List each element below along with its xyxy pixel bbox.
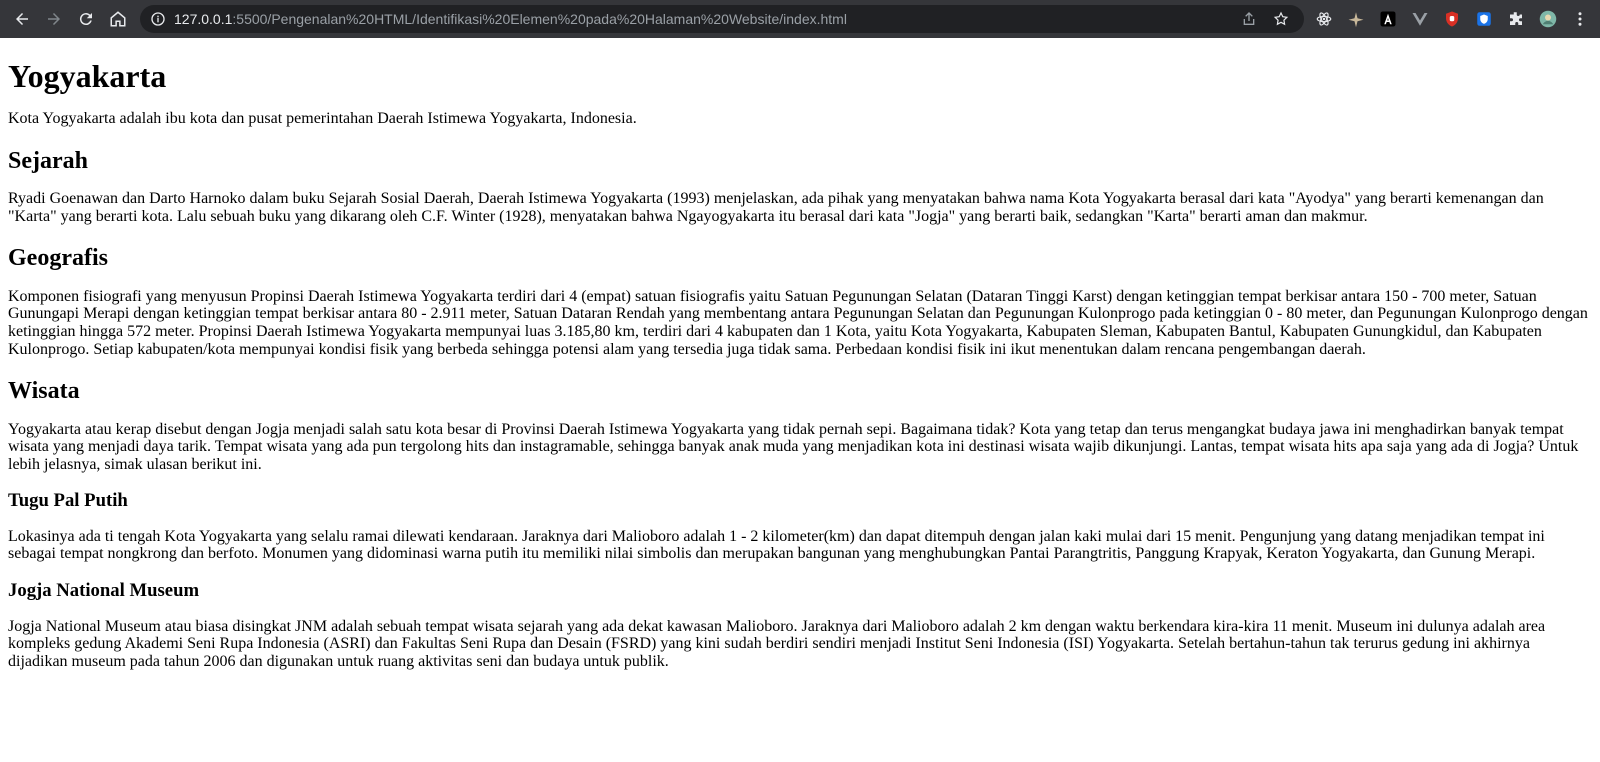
extension-angular-button[interactable] xyxy=(1374,5,1402,33)
page-content: Yogyakarta Kota Yogyakarta adalah ibu ko… xyxy=(0,58,1600,670)
reload-icon xyxy=(79,13,92,26)
angular-a-icon xyxy=(1380,11,1396,27)
arrow-right-icon xyxy=(48,13,60,25)
section-heading-sejarah: Sejarah xyxy=(8,147,88,174)
section-heading-wisata: Wisata xyxy=(8,378,80,405)
star-icon xyxy=(1273,11,1289,26)
extension-react-button[interactable] xyxy=(1310,5,1338,33)
puzzle-icon xyxy=(1510,12,1522,25)
subsection-heading-tugu-pal-putih: Tugu Pal Putih xyxy=(8,490,128,512)
page-title: Yogyakarta xyxy=(8,58,167,94)
extension-vue-button[interactable] xyxy=(1406,5,1434,33)
subsection-heading-jogja-national-museum: Jogja National Museum xyxy=(8,580,200,602)
section-paragraph-sejarah: Ryadi Goenawan dan Darto Harnoko dalam b… xyxy=(8,190,1544,225)
more-vertical-icon xyxy=(1578,12,1582,26)
browser-menu-button[interactable] xyxy=(1566,5,1594,33)
avatar-icon xyxy=(1539,10,1557,28)
extensions-menu-button[interactable] xyxy=(1502,5,1530,33)
section-paragraph-geografis: Komponen fisiografi yang menyusun Propin… xyxy=(8,287,1588,358)
arrow-left-icon xyxy=(16,13,28,25)
share-button[interactable] xyxy=(1236,6,1262,32)
forward-button[interactable] xyxy=(38,3,70,35)
extensions-bar xyxy=(1306,5,1594,33)
section-heading-geografis: Geografis xyxy=(8,245,108,272)
extension-privacy-button[interactable] xyxy=(1470,5,1498,33)
home-icon xyxy=(110,11,126,27)
extension-puzzle-piece-button[interactable] xyxy=(1342,5,1370,33)
share-icon xyxy=(1243,12,1255,25)
info-icon[interactable] xyxy=(150,11,166,27)
shield-icon xyxy=(1477,12,1491,26)
home-button[interactable] xyxy=(102,3,134,35)
subsection-paragraph-jogja-national-museum: Jogja National Museum atau biasa disingk… xyxy=(8,617,1546,670)
browser-toolbar: 127.0.0.1:5500/Pengenalan%20HTML/Identif… xyxy=(0,0,1600,38)
section-paragraph-wisata: Yogyakarta atau kerap disebut dengan Jog… xyxy=(8,420,1579,473)
back-button[interactable] xyxy=(6,3,38,35)
profile-avatar-button[interactable] xyxy=(1534,5,1562,33)
reload-button[interactable] xyxy=(70,3,102,35)
url-host: 127.0.0.1 xyxy=(174,11,233,27)
intro-paragraph: Kota Yogyakarta adalah ibu kota dan pusa… xyxy=(8,110,637,128)
atom-icon xyxy=(1316,12,1332,26)
url-path: :5500/Pengenalan%20HTML/Identifikasi%20E… xyxy=(232,11,847,27)
subsection-paragraph-tugu-pal-putih: Lokasinya ada ti tengah Kota Yogyakarta … xyxy=(8,527,1545,563)
address-bar[interactable]: 127.0.0.1:5500/Pengenalan%20HTML/Identif… xyxy=(140,5,1304,33)
hand-stop-icon xyxy=(1446,11,1458,27)
vue-v-icon xyxy=(1412,13,1428,26)
extension-ublock-button[interactable] xyxy=(1438,5,1466,33)
plane-icon xyxy=(1348,12,1364,28)
bookmark-button[interactable] xyxy=(1268,6,1294,32)
